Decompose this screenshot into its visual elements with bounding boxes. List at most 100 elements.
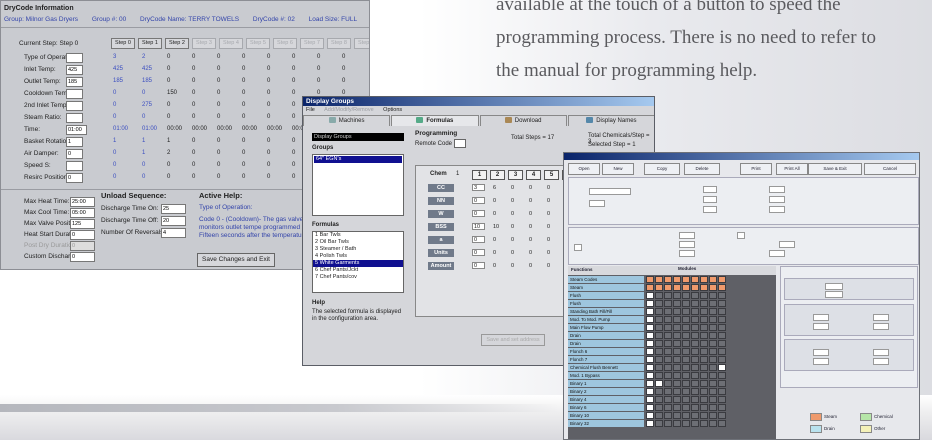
step-1-button[interactable]: Step 1 xyxy=(138,38,162,49)
module-cell[interactable] xyxy=(673,396,681,403)
module-cell[interactable] xyxy=(673,332,681,339)
module-cell[interactable] xyxy=(646,396,654,403)
module-cell[interactable] xyxy=(664,372,672,379)
toolbar-button[interactable]: Save & Exit xyxy=(808,163,862,175)
module-cell[interactable] xyxy=(691,420,699,427)
module-cell[interactable] xyxy=(709,380,717,387)
module-cell[interactable] xyxy=(655,300,663,307)
chem-cell-input[interactable]: 3 xyxy=(472,184,485,191)
module-cell[interactable] xyxy=(682,332,690,339)
tab-display-names[interactable]: Display Names xyxy=(567,115,654,126)
module-cell[interactable] xyxy=(664,332,672,339)
module-cell[interactable] xyxy=(673,356,681,363)
module-cell[interactable] xyxy=(673,284,681,291)
module-cell[interactable] xyxy=(655,308,663,315)
formula-item[interactable]: 6 Chef Pants/Jckt xyxy=(313,267,403,274)
group-item[interactable]: 64" EGN's xyxy=(314,156,402,163)
module-cell[interactable] xyxy=(673,380,681,387)
step-8-button[interactable]: Step 8 xyxy=(327,38,351,49)
module-cell[interactable] xyxy=(691,372,699,379)
module-cell[interactable] xyxy=(664,292,672,299)
module-cell[interactable] xyxy=(700,340,708,347)
tab-download[interactable]: Download xyxy=(479,115,567,126)
module-cell[interactable] xyxy=(718,316,726,323)
module-cell[interactable] xyxy=(682,284,690,291)
column-header[interactable]: 3 xyxy=(508,170,523,180)
module-cell[interactable] xyxy=(700,404,708,411)
timing-input[interactable]: 0 xyxy=(70,230,95,240)
module-cell[interactable] xyxy=(673,388,681,395)
module-cell[interactable] xyxy=(664,300,672,307)
module-cell[interactable] xyxy=(646,300,654,307)
fresh-water-field[interactable] xyxy=(873,323,889,330)
module-cell[interactable] xyxy=(664,324,672,331)
module-cell[interactable] xyxy=(718,276,726,283)
module-cell[interactable] xyxy=(682,388,690,395)
select-code-field[interactable] xyxy=(679,241,695,248)
module-cell[interactable] xyxy=(646,356,654,363)
module-cell[interactable] xyxy=(682,364,690,371)
step-9-button[interactable]: Step 9 xyxy=(354,38,369,49)
param-input[interactable] xyxy=(66,53,83,63)
formula-item[interactable]: 1 Bar Twls xyxy=(313,232,403,239)
module-cell[interactable] xyxy=(655,356,663,363)
module-cell[interactable] xyxy=(682,412,690,419)
module-cell[interactable] xyxy=(691,292,699,299)
param-input[interactable] xyxy=(66,101,83,111)
toolbar-button[interactable]: New xyxy=(602,163,634,175)
module-cell[interactable] xyxy=(682,276,690,283)
module-cell[interactable] xyxy=(700,420,708,427)
module-cell[interactable] xyxy=(691,412,699,419)
module-cell[interactable] xyxy=(655,380,663,387)
module-cell[interactable] xyxy=(655,364,663,371)
module-cell[interactable] xyxy=(646,404,654,411)
save-changes-button[interactable]: Save Changes and Exit xyxy=(197,253,275,267)
module-cell[interactable] xyxy=(664,276,672,283)
param-input[interactable]: 425 xyxy=(66,65,83,75)
module-cell[interactable] xyxy=(646,380,654,387)
module-cell[interactable] xyxy=(700,332,708,339)
module-cell[interactable] xyxy=(700,372,708,379)
module-cell[interactable] xyxy=(655,420,663,427)
remote-code-input[interactable] xyxy=(453,139,466,148)
module-cell[interactable] xyxy=(691,388,699,395)
module-cell[interactable] xyxy=(691,324,699,331)
step-5-button[interactable]: Step 5 xyxy=(246,38,270,49)
module-cell[interactable] xyxy=(718,340,726,347)
chem-cell-input[interactable]: 0 xyxy=(472,236,485,243)
column-header[interactable]: 1 xyxy=(472,170,487,180)
chem-cell-input[interactable]: 0 xyxy=(472,197,485,204)
module-cell[interactable] xyxy=(664,420,672,427)
module-cell[interactable] xyxy=(700,364,708,371)
pump-amount-field[interactable] xyxy=(873,349,889,356)
module-cell[interactable] xyxy=(682,404,690,411)
module-cell[interactable] xyxy=(718,284,726,291)
module-cell[interactable] xyxy=(709,340,717,347)
pump-fresh-water-field[interactable] xyxy=(873,358,889,365)
module-cell[interactable] xyxy=(655,372,663,379)
formula-item[interactable]: 4 Polish Twls xyxy=(313,253,403,260)
flow-counts-field[interactable] xyxy=(813,314,829,321)
module-cell[interactable] xyxy=(709,332,717,339)
param-input[interactable]: 0 xyxy=(66,149,83,159)
toolbar-button[interactable]: Open xyxy=(568,163,600,175)
module-cell[interactable] xyxy=(673,324,681,331)
module-cell[interactable] xyxy=(664,364,672,371)
reversals-field[interactable] xyxy=(703,186,717,193)
module-cell[interactable] xyxy=(682,420,690,427)
module-cell[interactable] xyxy=(664,316,672,323)
module-cell[interactable] xyxy=(709,348,717,355)
module-cell[interactable] xyxy=(673,292,681,299)
module-cell[interactable] xyxy=(709,356,717,363)
module-cell[interactable] xyxy=(709,396,717,403)
timing-input[interactable]: 25:00 xyxy=(70,197,95,207)
pump-flow-rate-field[interactable] xyxy=(813,358,829,365)
menu-file[interactable]: File xyxy=(306,107,315,113)
module-cell[interactable] xyxy=(673,308,681,315)
variance-field[interactable] xyxy=(769,196,785,203)
formula-item[interactable]: 3 Steamer / Bath xyxy=(313,246,403,253)
module-cell[interactable] xyxy=(664,380,672,387)
module-cell[interactable] xyxy=(709,404,717,411)
module-cell[interactable] xyxy=(646,332,654,339)
pulse-amount-field[interactable] xyxy=(825,283,843,290)
